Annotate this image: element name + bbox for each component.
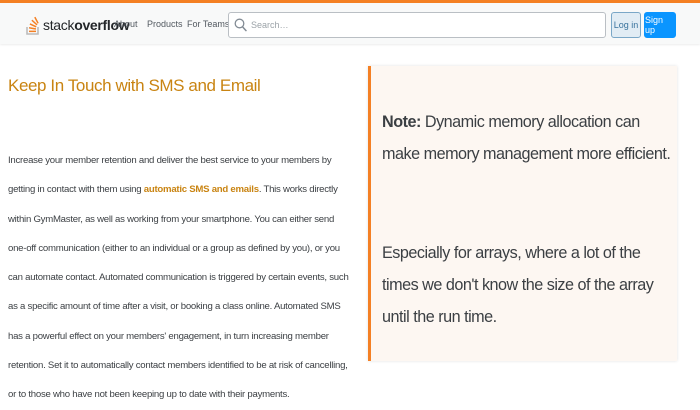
- note-text-1: Dynamic memory allocation can make memor…: [382, 113, 671, 163]
- search-box[interactable]: [228, 12, 606, 38]
- automatic-sms-link[interactable]: automatic SMS and emails: [144, 184, 259, 195]
- search-icon: [234, 18, 247, 32]
- signup-button[interactable]: Sign up: [644, 12, 676, 38]
- note-paragraph-1: Note: Dynamic memory allocation can make…: [382, 106, 678, 170]
- login-button[interactable]: Log in: [611, 12, 641, 38]
- nav-about[interactable]: About: [114, 19, 138, 29]
- nav-products[interactable]: Products: [147, 19, 183, 29]
- nav-for-teams[interactable]: For Teams: [187, 19, 229, 29]
- stack-logo-icon: [26, 16, 39, 35]
- note-callout: Note: Dynamic memory allocation can make…: [368, 66, 677, 361]
- top-bar: stackoverflow About Products For Teams L…: [0, 0, 700, 44]
- paragraph-text-end: . This works directly within GymMaster, …: [8, 184, 349, 401]
- section-heading: Keep In Touch with SMS and Email: [8, 76, 261, 95]
- note-label: Note:: [382, 113, 421, 131]
- article-paragraph: Increase your member retention and deliv…: [8, 146, 353, 410]
- note-paragraph-2: Especially for arrays, where a lot of th…: [382, 244, 654, 326]
- search-input[interactable]: [251, 13, 596, 37]
